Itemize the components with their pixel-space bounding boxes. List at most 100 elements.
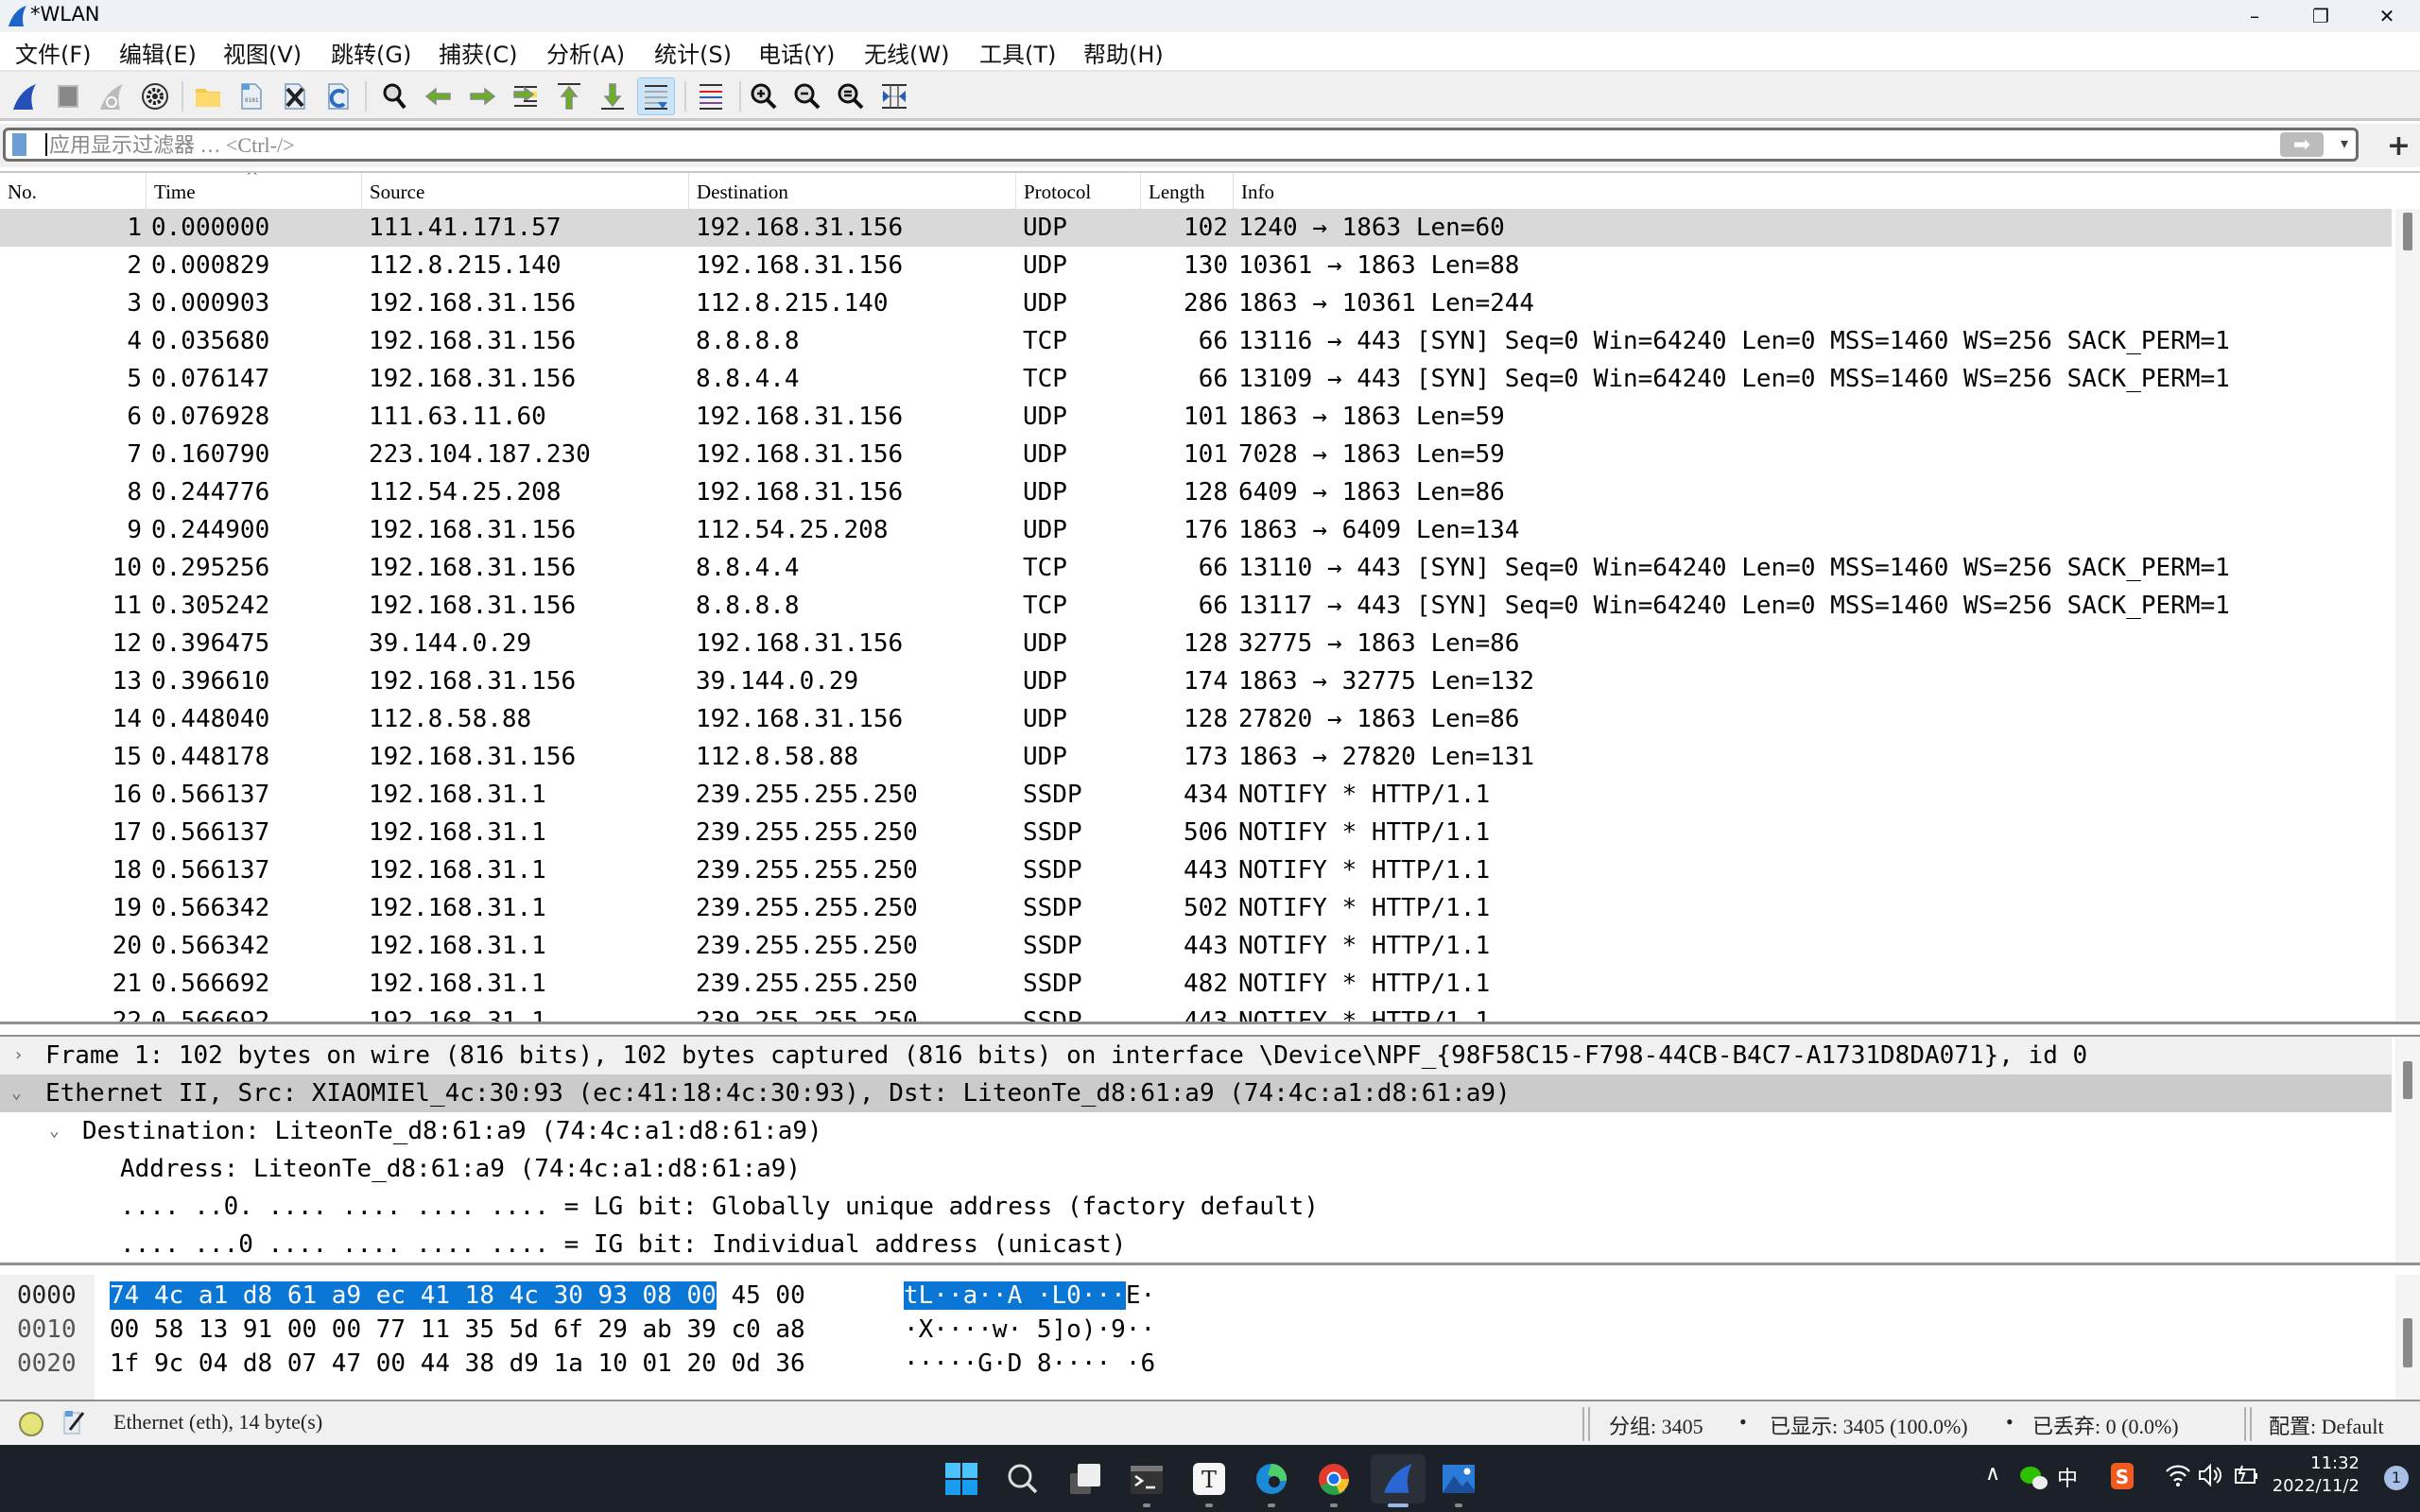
- resize-columns-button[interactable]: [875, 77, 913, 115]
- go-forward-button[interactable]: [463, 77, 501, 115]
- taskbar-app-chrome[interactable]: [1309, 1454, 1358, 1507]
- hex-bytes[interactable]: 00 58 13 91 00 00 77 11 35 5d 6f 29 ab 3…: [110, 1315, 805, 1344]
- packet-row[interactable]: 5 0.076147 192.168.31.156 8.8.4.4 TCP 66 13109…: [0, 360, 2392, 398]
- collapse-arrow-icon[interactable]: ⌄: [11, 1074, 22, 1112]
- menu-telephony[interactable]: 电话(Y): [758, 36, 835, 69]
- column-header-destination[interactable]: Destination: [689, 173, 1016, 209]
- start-capture-button[interactable]: [6, 77, 43, 115]
- stop-capture-button[interactable]: [49, 77, 87, 115]
- go-to-packet-button[interactable]: [507, 77, 544, 115]
- zoom-normal-button[interactable]: [832, 77, 870, 115]
- packet-row[interactable]: 18 0.566137 192.168.31.1 239.255.255.250 SSD…: [0, 851, 2392, 889]
- find-packet-button[interactable]: [376, 77, 414, 115]
- filter-history-dropdown[interactable]: ▾: [2341, 134, 2348, 152]
- packet-row[interactable]: 9 0.244900 192.168.31.156 112.54.25.208 UDP 1…: [0, 511, 2392, 549]
- hex-bytes-selected[interactable]: 74 4c a1 d8 61 a9 ec 41 18 4c 30 93 08 0…: [110, 1281, 717, 1310]
- column-header-no[interactable]: No.: [0, 173, 147, 209]
- taskbar-app-wireshark[interactable]: [1371, 1454, 1426, 1507]
- packet-row[interactable]: 2 0.000829 112.8.215.140 192.168.31.156 UDP 1…: [0, 247, 2392, 284]
- expert-info-indicator-icon[interactable]: [19, 1412, 43, 1436]
- taskbar-app-photos[interactable]: [1434, 1454, 1483, 1507]
- taskbar-app-edge[interactable]: [1247, 1454, 1296, 1507]
- display-filter-input[interactable]: [49, 132, 2223, 159]
- packet-row[interactable]: 10 0.295256 192.168.31.156 8.8.4.4 TCP 66 1311…: [0, 549, 2392, 587]
- detail-row-frame[interactable]: › Frame 1: 102 bytes on wire (816 bits),…: [0, 1037, 2392, 1074]
- ime-indicator[interactable]: 中: [2057, 1462, 2078, 1492]
- hex-bytes[interactable]: 1f 9c 04 d8 07 47 00 44 38 d9 1a 10 01 2…: [110, 1349, 805, 1378]
- sogou-ime-icon[interactable]: S: [2110, 1462, 2135, 1490]
- packet-row[interactable]: 12 0.396475 39.144.0.29 192.168.31.156 UDP 12…: [0, 625, 2392, 662]
- capture-comment-icon[interactable]: [62, 1409, 87, 1435]
- packet-row[interactable]: 13 0.396610 192.168.31.156 39.144.0.29 UDP 17…: [0, 662, 2392, 700]
- reload-file-button[interactable]: [320, 77, 357, 115]
- add-filter-button[interactable]: +: [2387, 129, 2411, 163]
- packet-row[interactable]: 21 0.566692 192.168.31.1 239.255.255.250 SSD…: [0, 965, 2392, 1003]
- detail-row-destination[interactable]: ⌄ Destination: LiteonTe_d8:61:a9 (74:4c:…: [0, 1112, 2392, 1150]
- zoom-in-button[interactable]: [745, 77, 783, 115]
- go-last-button[interactable]: [594, 77, 631, 115]
- wifi-icon[interactable]: [2165, 1462, 2191, 1488]
- menu-statistics[interactable]: 统计(S): [654, 36, 732, 69]
- menu-wireless[interactable]: 无线(W): [864, 36, 949, 69]
- ascii-text[interactable]: ·····G·D 8···· ·6: [904, 1349, 1155, 1378]
- menu-tools[interactable]: 工具(T): [979, 36, 1056, 69]
- column-header-info[interactable]: Info: [1234, 173, 2392, 209]
- minimize-button[interactable]: –: [2221, 0, 2288, 32]
- ascii-text[interactable]: ·X····w· 5]o)·9··: [904, 1315, 1155, 1344]
- bookmark-icon[interactable]: [12, 133, 26, 156]
- restart-capture-button[interactable]: [93, 77, 130, 115]
- scrollbar-thumb[interactable]: [2403, 1061, 2412, 1099]
- notification-badge[interactable]: 1: [2384, 1466, 2409, 1490]
- colorize-button[interactable]: [692, 77, 730, 115]
- hex-bytes[interactable]: 45 00: [717, 1281, 804, 1310]
- open-file-button[interactable]: [189, 77, 227, 115]
- go-first-button[interactable]: [550, 77, 588, 115]
- menu-analyze[interactable]: 分析(A): [546, 36, 625, 69]
- column-header-source[interactable]: Source: [362, 173, 689, 209]
- packet-row[interactable]: 16 0.566137 192.168.31.1 239.255.255.250 SSD…: [0, 776, 2392, 814]
- details-scrollbar[interactable]: [2395, 1037, 2420, 1263]
- scrollbar-thumb[interactable]: [2403, 1318, 2412, 1367]
- task-view-button[interactable]: [1061, 1454, 1110, 1503]
- volume-icon[interactable]: [2197, 1462, 2223, 1488]
- packet-row[interactable]: 7 0.160790 223.104.187.230 192.168.31.156 UD…: [0, 436, 2392, 473]
- packet-row[interactable]: 6 0.076928 111.63.11.60 192.168.31.156 UDP 10…: [0, 398, 2392, 436]
- detail-row-ig-bit[interactable]: .... ...0 .... .... .... .... = IG bit: …: [0, 1226, 2392, 1263]
- taskbar-app-typora[interactable]: T: [1184, 1454, 1234, 1507]
- bytes-scrollbar[interactable]: [2395, 1275, 2420, 1400]
- ascii-selected[interactable]: tL··a··A ·L0···: [904, 1281, 1126, 1310]
- column-header-length[interactable]: Length: [1141, 173, 1234, 209]
- expand-arrow-icon[interactable]: ›: [13, 1037, 24, 1074]
- taskbar-search-button[interactable]: [998, 1454, 1047, 1503]
- save-file-button[interactable]: 0101: [233, 77, 270, 115]
- menu-capture[interactable]: 捕获(C): [439, 36, 517, 69]
- close-file-button[interactable]: [276, 77, 314, 115]
- ascii-text[interactable]: E·: [1126, 1281, 1155, 1310]
- menu-view[interactable]: 视图(V): [223, 36, 302, 69]
- scrollbar-thumb[interactable]: [2403, 213, 2412, 250]
- packet-row[interactable]: 20 0.566342 192.168.31.1 239.255.255.250 SSD…: [0, 927, 2392, 965]
- packet-row[interactable]: 22 0.566692 192.168.31.1 239.255.255.250 SSD…: [0, 1003, 2392, 1022]
- apply-filter-button[interactable]: ➡: [2280, 132, 2324, 157]
- detail-row-ethernet[interactable]: ⌄ Ethernet II, Src: XIAOMIEl_4c:30:93 (e…: [0, 1074, 2392, 1112]
- capture-options-button[interactable]: [136, 77, 174, 115]
- auto-scroll-button[interactable]: [637, 77, 675, 115]
- go-back-button[interactable]: [420, 77, 458, 115]
- wechat-icon[interactable]: [2019, 1464, 2049, 1492]
- menu-edit[interactable]: 编辑(E): [119, 36, 197, 69]
- menu-help[interactable]: 帮助(H): [1083, 36, 1164, 69]
- packet-row[interactable]: 17 0.566137 192.168.31.1 239.255.255.250 SSD…: [0, 814, 2392, 851]
- packet-list-scrollbar[interactable]: [2395, 209, 2420, 1022]
- packet-row[interactable]: 3 0.000903 192.168.31.156 112.8.215.140 UDP 2…: [0, 284, 2392, 322]
- packet-row[interactable]: 4 0.035680 192.168.31.156 8.8.8.8 TCP 66 13116…: [0, 322, 2392, 360]
- detail-row-address[interactable]: Address: LiteonTe_d8:61:a9 (74:4c:a1:d8:…: [0, 1150, 2392, 1188]
- zoom-out-button[interactable]: [788, 77, 826, 115]
- packet-row[interactable]: 8 0.244776 112.54.25.208 192.168.31.156 UDP 1…: [0, 473, 2392, 511]
- start-button[interactable]: [937, 1454, 986, 1503]
- taskbar-app-terminal[interactable]: [1122, 1454, 1171, 1507]
- show-hidden-icons-button[interactable]: ∧: [1985, 1462, 2000, 1486]
- detail-row-lg-bit[interactable]: .... ..0. .... .... .... .... = LG bit: …: [0, 1188, 2392, 1226]
- battery-icon[interactable]: [2233, 1462, 2259, 1488]
- maximize-button[interactable]: ❐: [2288, 0, 2354, 32]
- packet-row[interactable]: 14 0.448040 112.8.58.88 192.168.31.156 UDP 12…: [0, 700, 2392, 738]
